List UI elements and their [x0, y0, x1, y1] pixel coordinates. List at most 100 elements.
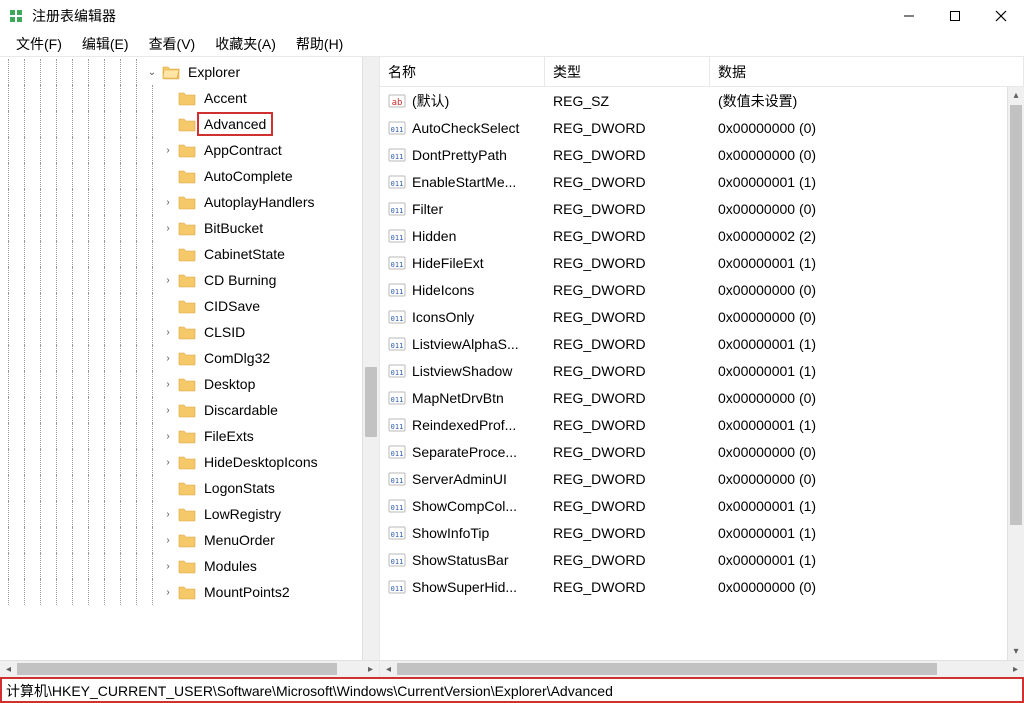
chevron-right-icon[interactable]: › [160, 350, 176, 366]
scroll-right-icon[interactable]: ▸ [1007, 661, 1024, 678]
svg-text:011: 011 [391, 450, 404, 458]
list-row[interactable]: 011ListviewAlphaS...REG_DWORD0x00000001 … [380, 330, 1007, 357]
close-button[interactable] [978, 0, 1024, 32]
value-type: REG_DWORD [545, 471, 710, 487]
chevron-right-icon[interactable]: › [160, 272, 176, 288]
chevron-right-icon[interactable]: › [160, 506, 176, 522]
tree-item[interactable]: › Modules [0, 553, 379, 579]
chevron-right-icon[interactable]: › [160, 402, 176, 418]
scroll-down-icon[interactable]: ▾ [1008, 643, 1024, 660]
svg-text:011: 011 [391, 369, 404, 377]
folder-icon [178, 584, 196, 600]
value-name: MapNetDrvBtn [412, 390, 504, 406]
list-horizontal-scrollbar[interactable]: ◂ ▸ [380, 660, 1024, 677]
tree-item[interactable]: ·CIDSave [0, 293, 379, 319]
tree-item[interactable]: ›ComDlg32 [0, 345, 379, 371]
list-row[interactable]: 011MapNetDrvBtnREG_DWORD0x00000000 (0) [380, 384, 1007, 411]
folder-icon [178, 298, 196, 314]
scroll-left-icon[interactable]: ◂ [0, 661, 17, 678]
tree-item[interactable]: ›CLSID [0, 319, 379, 345]
menu-file[interactable]: 文件(F) [8, 32, 70, 56]
list-row[interactable]: 011EnableStartMe...REG_DWORD0x00000001 (… [380, 168, 1007, 195]
tree-item-label: Modules [200, 557, 261, 575]
chevron-right-icon[interactable]: › [160, 532, 176, 548]
folder-icon [178, 324, 196, 340]
chevron-right-icon[interactable]: › [160, 454, 176, 470]
chevron-down-icon[interactable]: ⌄ [144, 64, 160, 80]
list-row[interactable]: 011ServerAdminUIREG_DWORD0x00000000 (0) [380, 465, 1007, 492]
list-row[interactable]: 011ShowCompCol...REG_DWORD0x00000001 (1) [380, 492, 1007, 519]
scroll-up-icon[interactable]: ▴ [1008, 87, 1024, 104]
chevron-right-icon[interactable]: › [160, 558, 176, 574]
tree-item[interactable]: ›LowRegistry [0, 501, 379, 527]
tree-item[interactable]: ·AutoComplete [0, 163, 379, 189]
svg-text:011: 011 [391, 207, 404, 215]
tree-vertical-scrollbar[interactable] [362, 57, 379, 660]
tree-item[interactable]: ·CabinetState [0, 241, 379, 267]
chevron-right-icon[interactable]: › [160, 376, 176, 392]
tree-item[interactable]: ›AutoplayHandlers [0, 189, 379, 215]
tree-item[interactable]: ›AppContract [0, 137, 379, 163]
list-row[interactable]: 011ShowSuperHid...REG_DWORD0x00000000 (0… [380, 573, 1007, 600]
list-row[interactable]: 011HideFileExtREG_DWORD0x00000001 (1) [380, 249, 1007, 276]
list-row[interactable]: 011IconsOnlyREG_DWORD0x00000000 (0) [380, 303, 1007, 330]
tree-item[interactable]: ›MountPoints2 [0, 579, 379, 605]
tree-item[interactable]: ›HideDesktopIcons [0, 449, 379, 475]
tree-view[interactable]: ⌄Explorer·Accent·Advanced›AppContract·Au… [0, 57, 379, 660]
list-row[interactable]: 011AutoCheckSelectREG_DWORD0x00000000 (0… [380, 114, 1007, 141]
chevron-right-icon[interactable]: › [160, 194, 176, 210]
binary-value-icon: 011 [388, 362, 406, 380]
list-row[interactable]: ab(默认)REG_SZ(数值未设置) [380, 87, 1007, 114]
list-row[interactable]: 011ReindexedProf...REG_DWORD0x00000001 (… [380, 411, 1007, 438]
binary-value-icon: 011 [388, 389, 406, 407]
list-vertical-scrollbar[interactable]: ▴ ▾ [1007, 87, 1024, 660]
chevron-right-icon[interactable]: › [160, 324, 176, 340]
tree-item-explorer[interactable]: ⌄Explorer [0, 59, 379, 85]
value-type: REG_DWORD [545, 228, 710, 244]
list-row[interactable]: 011ShowInfoTipREG_DWORD0x00000001 (1) [380, 519, 1007, 546]
chevron-right-icon[interactable]: › [160, 142, 176, 158]
list-row[interactable]: 011ListviewShadowREG_DWORD0x00000001 (1) [380, 357, 1007, 384]
scrollbar-thumb[interactable] [17, 663, 337, 675]
menu-edit[interactable]: 编辑(E) [74, 32, 137, 56]
tree-item[interactable]: ›MenuOrder [0, 527, 379, 553]
menu-favorites[interactable]: 收藏夹(A) [207, 32, 284, 56]
list-row[interactable]: 011ShowStatusBarREG_DWORD0x00000001 (1) [380, 546, 1007, 573]
scrollbar-thumb[interactable] [397, 663, 937, 675]
chevron-right-icon[interactable]: › [160, 220, 176, 236]
tree-item[interactable]: ·Advanced [0, 111, 379, 137]
scroll-left-icon[interactable]: ◂ [380, 661, 397, 678]
tree-item[interactable]: › CD Burning [0, 267, 379, 293]
column-header-type[interactable]: 类型 [545, 57, 710, 86]
column-header-name[interactable]: 名称 [380, 57, 545, 86]
tree-horizontal-scrollbar[interactable]: ◂ ▸ [0, 660, 379, 677]
svg-text:011: 011 [391, 423, 404, 431]
tree-item[interactable]: ·LogonStats [0, 475, 379, 501]
scrollbar-thumb[interactable] [1010, 105, 1022, 525]
tree-item[interactable]: ›FileExts [0, 423, 379, 449]
list-view[interactable]: ab(默认)REG_SZ(数值未设置)011AutoCheckSelectREG… [380, 87, 1024, 660]
tree-item[interactable]: ›BitBucket [0, 215, 379, 241]
list-row[interactable]: 011SeparateProce...REG_DWORD0x00000000 (… [380, 438, 1007, 465]
chevron-right-icon[interactable]: › [160, 584, 176, 600]
menu-help[interactable]: 帮助(H) [288, 32, 351, 56]
list-row[interactable]: 011HiddenREG_DWORD0x00000002 (2) [380, 222, 1007, 249]
minimize-button[interactable] [886, 0, 932, 32]
window-title: 注册表编辑器 [32, 6, 886, 26]
svg-text:011: 011 [391, 180, 404, 188]
maximize-button[interactable] [932, 0, 978, 32]
scrollbar-thumb[interactable] [365, 367, 377, 437]
tree-item[interactable]: ›Discardable [0, 397, 379, 423]
value-data: 0x00000001 (1) [710, 525, 1007, 541]
list-row[interactable]: 011FilterREG_DWORD0x00000000 (0) [380, 195, 1007, 222]
column-header-data[interactable]: 数据 [710, 57, 1024, 86]
tree-item-label: Accent [200, 89, 251, 107]
tree-item[interactable]: ›Desktop [0, 371, 379, 397]
scroll-right-icon[interactable]: ▸ [362, 661, 379, 678]
tree-item[interactable]: ·Accent [0, 85, 379, 111]
list-row[interactable]: 011HideIconsREG_DWORD0x00000000 (0) [380, 276, 1007, 303]
list-row[interactable]: 011DontPrettyPathREG_DWORD0x00000000 (0) [380, 141, 1007, 168]
chevron-right-icon[interactable]: › [160, 428, 176, 444]
tree-item-label: CD Burning [200, 271, 280, 289]
menu-view[interactable]: 查看(V) [141, 32, 204, 56]
